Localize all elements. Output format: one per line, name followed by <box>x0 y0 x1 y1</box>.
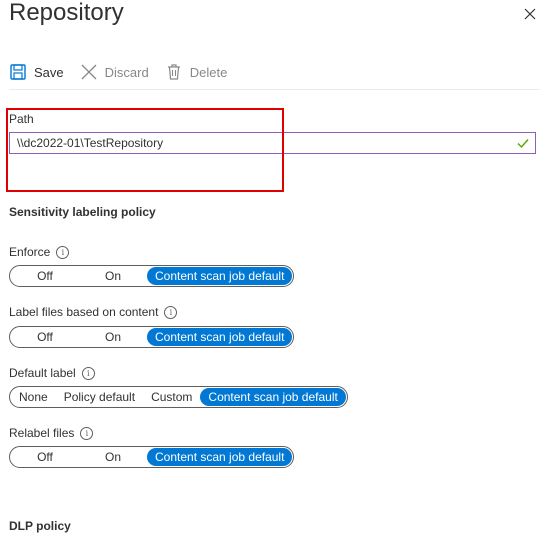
default-label-toggle-group: None Policy default Custom Content scan … <box>9 386 348 408</box>
default-label-label: Default label <box>9 366 76 380</box>
command-bar: Save Discard Delete <box>9 60 243 84</box>
discard-label: Discard <box>104 64 149 80</box>
toolbar-divider <box>9 89 540 90</box>
save-label: Save <box>34 64 64 80</box>
label-files-option-on[interactable]: On <box>79 328 147 346</box>
enforce-option-on[interactable]: On <box>79 267 147 285</box>
close-icon <box>524 8 536 20</box>
checkmark-icon <box>517 139 529 149</box>
info-icon[interactable]: i <box>80 426 94 440</box>
delete-label: Delete <box>189 64 228 80</box>
highlight-box <box>6 108 284 192</box>
enforce-label: Enforce <box>9 245 51 259</box>
enforce-toggle-group: Off On Content scan job default <box>9 265 295 287</box>
default-label-option-default[interactable]: Content scan job default <box>200 388 346 406</box>
enforce-option-default[interactable]: Content scan job default <box>147 267 293 285</box>
discard-icon <box>81 64 97 80</box>
sensitivity-section-title: Sensitivity labeling policy <box>9 205 156 219</box>
save-icon <box>10 64 26 80</box>
default-label-option-policy-default[interactable]: Policy default <box>56 388 143 406</box>
label-files-option-off[interactable]: Off <box>11 328 79 346</box>
label-files-label: Label files based on content <box>9 305 159 319</box>
delete-icon <box>167 64 180 80</box>
relabel-files-option-on[interactable]: On <box>79 448 147 466</box>
default-label-label-row: Default label i <box>9 366 95 380</box>
panel-title: Repository <box>9 0 124 26</box>
relabel-files-toggle-group: Off On Content scan job default <box>9 446 295 468</box>
enforce-option-off[interactable]: Off <box>11 267 79 285</box>
discard-button[interactable]: Discard <box>80 63 149 81</box>
label-files-label-row: Label files based on content i <box>9 305 178 319</box>
relabel-files-option-default[interactable]: Content scan job default <box>147 448 293 466</box>
info-icon[interactable]: i <box>164 305 178 319</box>
dlp-section-title: DLP policy <box>9 519 71 533</box>
delete-button[interactable]: Delete <box>165 63 228 81</box>
enforce-label-row: Enforce i <box>9 245 70 259</box>
default-label-option-custom[interactable]: Custom <box>143 388 200 406</box>
save-button[interactable]: Save <box>9 63 64 81</box>
label-files-option-default[interactable]: Content scan job default <box>147 328 293 346</box>
info-icon[interactable]: i <box>81 366 95 380</box>
label-files-toggle-group: Off On Content scan job default <box>9 326 295 348</box>
relabel-files-label: Relabel files <box>9 426 75 440</box>
relabel-files-label-row: Relabel files i <box>9 426 94 440</box>
default-label-option-none[interactable]: None <box>11 388 56 406</box>
info-icon[interactable]: i <box>56 245 70 259</box>
close-button[interactable] <box>520 4 540 24</box>
relabel-files-option-off[interactable]: Off <box>11 448 79 466</box>
